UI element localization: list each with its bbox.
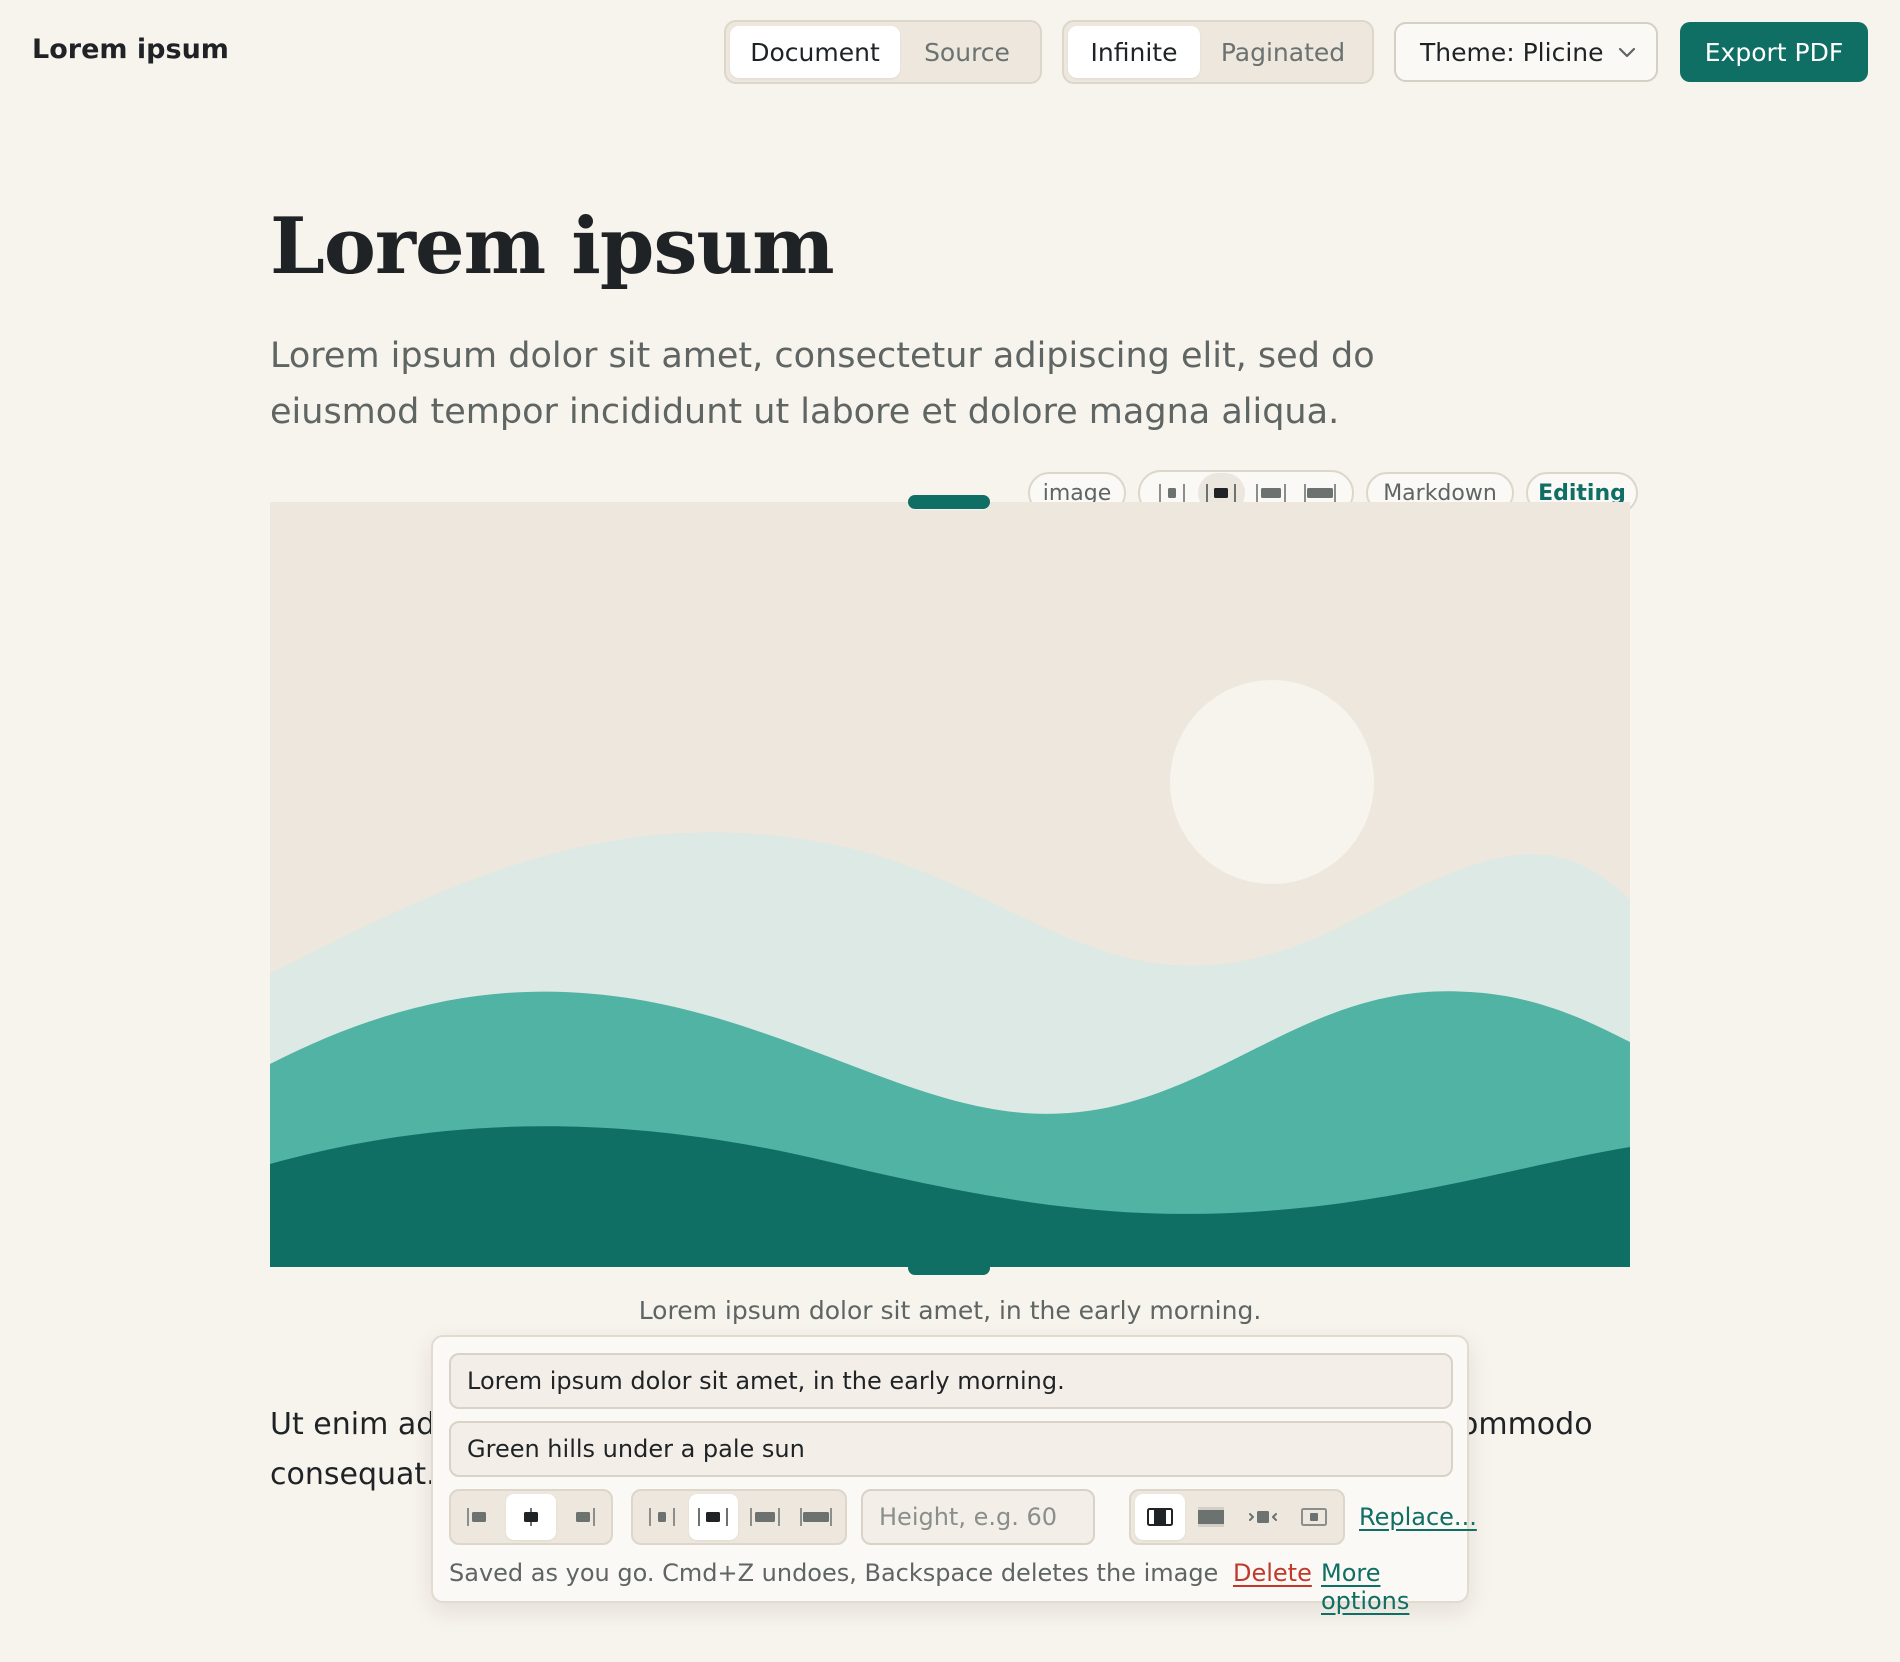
fit-stretch-icon[interactable] [1238,1494,1288,1540]
layout-toggle: Infinite Paginated [1062,20,1374,84]
resize-handle-top[interactable] [908,495,990,509]
align-center-icon[interactable] [506,1494,556,1540]
popover-width-medium-icon[interactable] [688,1494,738,1540]
caption-input[interactable] [449,1353,1453,1409]
export-pdf-button[interactable]: Export PDF [1680,22,1868,82]
popover-width-wide-icon[interactable] [740,1494,790,1540]
document-lead[interactable]: Lorem ipsum dolor sit amet, consectetur … [270,328,1500,440]
theme-select-label: Theme: Plicine [1420,37,1604,67]
tab-paginated[interactable]: Paginated [1200,26,1366,78]
align-right-icon[interactable] [558,1494,607,1540]
fit-contain-icon[interactable] [1135,1494,1185,1540]
align-left-icon[interactable] [455,1494,504,1540]
popover-width-full-icon[interactable] [792,1494,842,1540]
delete-image-link[interactable]: Delete [1233,1559,1312,1587]
tab-document[interactable]: Document [730,26,900,78]
top-bar: Lorem ipsum Document Source Infinite Pag… [0,0,1900,104]
chevron-down-icon [1618,47,1636,58]
resize-handle-bottom[interactable] [908,1261,990,1275]
save-hint-text: Saved as you go. Cmd+Z undoes, Backspace… [449,1559,1219,1587]
more-options-link[interactable]: More options [1321,1559,1453,1615]
fit-cover-icon[interactable] [1187,1494,1237,1540]
tab-source[interactable]: Source [900,26,1034,78]
body-text-line2: consequat. [270,1457,436,1492]
align-group [449,1489,613,1545]
fit-group [1129,1489,1345,1545]
fit-original-icon[interactable] [1290,1494,1340,1540]
alt-text-input[interactable] [449,1421,1453,1477]
theme-select[interactable]: Theme: Plicine [1394,22,1658,82]
image-settings-popover: Replace... Saved as you go. Cmd+Z undoes… [431,1335,1477,1615]
document-title[interactable]: Lorem ipsum [270,204,835,290]
body-text-start: Ut enim ad r [270,1407,458,1442]
view-toggle: Document Source [724,20,1042,84]
hills-illustration[interactable] [270,502,1630,1267]
app-title: Lorem ipsum [32,34,229,65]
height-input[interactable] [861,1489,1095,1545]
tab-infinite[interactable]: Infinite [1068,26,1200,78]
popover-width-group [631,1489,847,1545]
sun-shape [1170,680,1374,884]
popover-footer: Saved as you go. Cmd+Z undoes, Backspace… [449,1557,1453,1615]
figure-caption[interactable]: Lorem ipsum dolor sit amet, in the early… [270,1296,1630,1325]
popover-width-narrow-icon[interactable] [637,1494,687,1540]
replace-image-link[interactable]: Replace... [1359,1503,1477,1531]
body-text-end: ommodo [1460,1407,1593,1442]
popover-controls-row: Replace... [449,1489,1477,1545]
